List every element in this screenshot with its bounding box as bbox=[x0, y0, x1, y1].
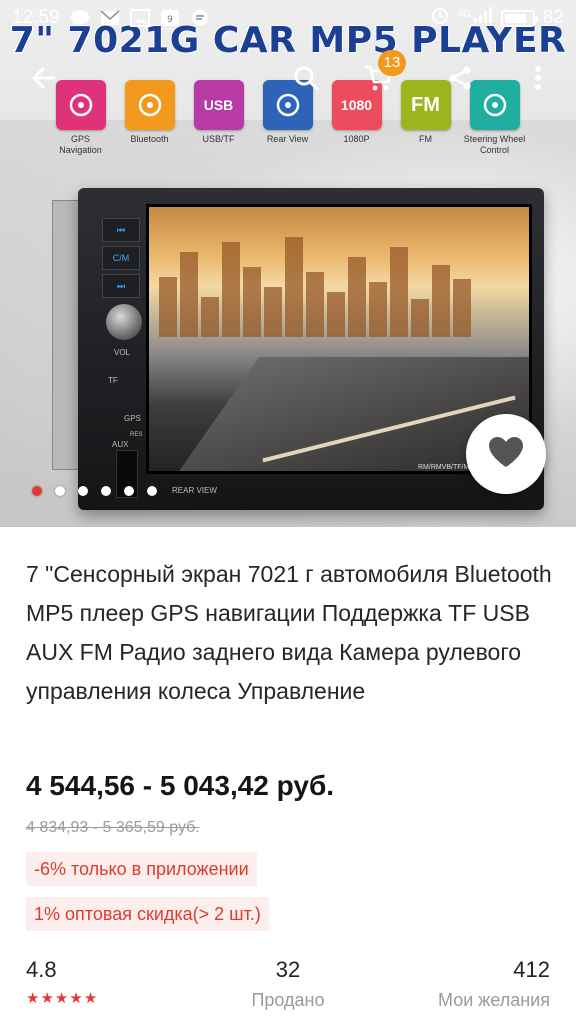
battery-fill bbox=[504, 13, 527, 23]
skyline-building bbox=[285, 237, 303, 337]
star-icon: ★ bbox=[83, 990, 98, 1007]
rear-view-label: REAR VIEW bbox=[172, 486, 217, 495]
cart-button[interactable]: 13 bbox=[356, 50, 406, 102]
carousel-dot[interactable] bbox=[78, 486, 88, 496]
skyline-building bbox=[180, 252, 198, 337]
feature-label: 1080P bbox=[343, 134, 370, 144]
vol-label: VOL bbox=[114, 348, 131, 357]
message-icon bbox=[190, 9, 210, 27]
wholesale-discount-badge[interactable]: 1% оптовая скидка(> 2 шт.) bbox=[26, 897, 269, 931]
alarm-icon bbox=[430, 5, 450, 31]
product-stats: 4.8 ★ ★ ★ ★ ★ 32 Продано 412 Мои желания bbox=[26, 957, 550, 1024]
res-label: RES bbox=[130, 432, 143, 438]
skyline-building bbox=[411, 299, 429, 337]
heart-icon bbox=[487, 435, 525, 474]
sold-count: 32 bbox=[275, 957, 301, 982]
feature-label: Rear View bbox=[266, 134, 309, 144]
battery-level: 82 bbox=[542, 7, 564, 28]
status-time: 12:59 bbox=[12, 7, 60, 28]
skyline-building bbox=[390, 247, 408, 337]
star-icon: ★ bbox=[69, 990, 83, 1007]
battery-icon bbox=[500, 9, 538, 27]
skyline-building bbox=[327, 292, 345, 337]
next-track-icon: ⏭ bbox=[102, 274, 140, 298]
star-icon: ★ bbox=[54, 990, 69, 1007]
wishlist-stat[interactable]: 412 Мои желания bbox=[438, 957, 550, 1011]
tf-label: TF bbox=[108, 376, 118, 385]
feature-label: FM bbox=[419, 134, 432, 144]
gps-label: GPS bbox=[124, 414, 141, 423]
sold-label: Продано bbox=[251, 990, 325, 1010]
prev-track-icon: ⏮ bbox=[102, 218, 140, 242]
app-notification-icon: 9 bbox=[160, 9, 180, 27]
product-price: 4 544,56 - 5 043,42 руб. bbox=[26, 770, 335, 801]
carousel-indicator bbox=[32, 486, 157, 496]
search-icon bbox=[292, 64, 320, 97]
screen-city-skyline bbox=[149, 227, 529, 337]
add-to-wishlist-button[interactable] bbox=[466, 414, 546, 494]
wishlist-count: 412 bbox=[513, 957, 550, 982]
product-old-price: 4 834,93 - 5 365,59 руб. bbox=[26, 819, 200, 836]
volume-knob bbox=[106, 304, 142, 340]
skyline-building bbox=[432, 265, 450, 337]
arrow-left-icon bbox=[30, 64, 58, 97]
network-type: 4G bbox=[457, 8, 471, 20]
app-discount-badge: -6% только в приложении bbox=[26, 852, 257, 886]
status-bar: 12:59 9 4G 82 bbox=[0, 0, 576, 36]
feature-label: Bluetooth bbox=[130, 134, 169, 144]
skyline-building bbox=[453, 279, 471, 337]
skyline-building bbox=[264, 287, 282, 337]
carousel-dot[interactable] bbox=[101, 486, 111, 496]
cart-count-badge: 13 bbox=[378, 50, 406, 76]
aux-label: AUX bbox=[112, 440, 129, 449]
rating-stat[interactable]: 4.8 ★ ★ ★ ★ ★ bbox=[26, 957, 97, 1006]
mode-button-graphic: C/M bbox=[102, 246, 140, 270]
image-notification-icon bbox=[129, 9, 150, 27]
rating-stars: ★ ★ ★ ★ ★ bbox=[26, 991, 97, 1006]
mail-icon bbox=[100, 9, 120, 27]
carousel-dot[interactable] bbox=[147, 486, 157, 496]
product-image-gallery[interactable]: 12:59 9 4G 82 7" 7021G CAR MP5 PLAYER 13… bbox=[0, 0, 576, 527]
skyline-building bbox=[201, 297, 219, 337]
svg-text:9: 9 bbox=[167, 15, 173, 25]
star-icon: ★ bbox=[40, 990, 54, 1007]
skyline-building bbox=[348, 257, 366, 337]
signal-icon bbox=[473, 6, 493, 30]
image-toolbar: 13 bbox=[0, 50, 576, 102]
skyline-building bbox=[369, 282, 387, 337]
carousel-dot[interactable] bbox=[32, 486, 42, 496]
rating-value: 4.8 bbox=[26, 957, 57, 982]
back-button[interactable] bbox=[22, 58, 66, 102]
skyline-building bbox=[222, 242, 240, 337]
product-title: 7 "Сенсорный экран 7021 г автомобиля Blu… bbox=[26, 561, 552, 704]
feature-label: GPS Navigation bbox=[59, 134, 102, 155]
sold-stat: 32 Продано bbox=[248, 957, 328, 1011]
feature-label: Steering Wheel Control bbox=[463, 134, 526, 155]
skyline-building bbox=[243, 267, 261, 337]
star-icon: ★ bbox=[26, 990, 40, 1007]
skyline-building bbox=[306, 272, 324, 337]
carousel-dot[interactable] bbox=[55, 486, 65, 496]
more-button[interactable] bbox=[516, 58, 560, 102]
feature-label: USB/TF bbox=[202, 134, 235, 144]
carousel-dot[interactable] bbox=[124, 486, 134, 496]
share-button[interactable] bbox=[438, 58, 482, 102]
share-icon bbox=[446, 64, 474, 97]
chat-icon bbox=[70, 9, 90, 27]
wishlist-label: Мои желания bbox=[438, 990, 550, 1010]
skyline-building bbox=[159, 277, 177, 337]
more-vertical-icon bbox=[534, 65, 542, 96]
search-button[interactable] bbox=[284, 58, 328, 102]
